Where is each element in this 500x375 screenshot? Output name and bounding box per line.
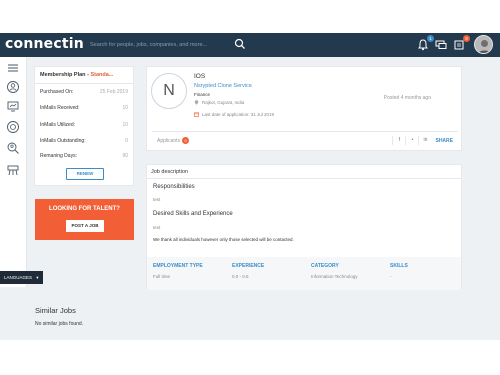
description-heading: Job description [147,165,461,179]
avatar[interactable] [474,35,493,54]
talent-title: LOOKING FOR TALENT? [49,206,120,212]
applicants-label: Applicants [157,138,181,144]
row-label: Purchased On: [40,89,74,95]
search-icon[interactable] [234,38,246,50]
navbar: connectin 1 9 [0,33,500,57]
chevron-down-icon: ▾ [36,275,39,280]
membership-row: Remaning Days: 90 [40,153,130,159]
similar-jobs-empty: No similar jobs found. [35,321,84,327]
languages-label: LANGUAGES [4,275,33,280]
twitter-icon[interactable]: • [405,136,418,145]
posted-time: Posted 4 months ago [383,95,431,101]
linkedin-icon[interactable]: in [418,136,431,145]
page: connectin 1 9 [0,0,500,375]
membership-title: Membership Plan - Standa... [40,72,113,78]
similar-jobs-title: Similar Jobs [35,306,76,315]
membership-card: Membership Plan - Standa... Purchased On… [34,66,134,186]
share-row: f • in SHARE [392,136,453,145]
meta-header: EXPERIENCE [232,263,265,269]
meta-header: SKILLS [390,263,408,269]
company-logo: N [151,73,187,109]
row-label: InMails Received: [40,105,80,111]
membership-row: InMails Outstanding: 0 [40,138,130,144]
row-label: InMails Utilized: [40,122,76,128]
row-value: 0 [125,138,128,144]
meta-value: Full time [153,274,171,279]
talent-card: LOOKING FOR TALENT? POST A JOB [35,199,134,240]
messages-icon[interactable] [434,38,448,51]
search-input[interactable] [90,37,250,52]
company-link[interactable]: Nsrypted Clone Service [194,83,252,89]
location-icon [194,100,199,106]
meta-experience: EXPERIENCE 0.0 - 0.5 [232,263,264,279]
row-label: Remaning Days: [40,153,77,159]
meta-value: Information Technology [311,274,358,279]
meta-header: CATEGORY [311,263,339,269]
job-title: IOS [194,73,206,80]
calendar-icon [194,112,199,118]
meta-employment-type: EMPLOYMENT TYPE Full time [153,263,203,279]
facebook-icon[interactable]: f [392,136,405,145]
row-value: 25 Feb 2019 [99,89,128,95]
meta-category: CATEGORY Information Technology [311,263,357,279]
location-text: Rajkot, Gujarat, India [202,100,245,105]
applicants[interactable]: Applicants 0 [157,137,190,144]
membership-row: Purchased On: 25 Feb 2019 [40,89,130,95]
last-date-text: Last date of application: 31 Jul 2019 [202,112,275,117]
skills-title: Desired Skills and Experience [153,211,233,217]
membership-row: InMails Utilized: 10 [40,122,130,128]
meta-header: EMPLOYMENT TYPE [153,263,203,269]
logo[interactable]: connectin [5,36,84,52]
skills-text: test [153,225,161,230]
jobs-icon[interactable] [6,163,20,177]
job-meta: EMPLOYMENT TYPE Full time EXPERIENCE 0.0 -… [147,257,461,290]
profile-icon[interactable] [6,80,20,94]
network-icon[interactable] [6,99,20,113]
contact-note: We thank all individuals however only th… [153,237,294,242]
meta-value: - [390,274,392,279]
last-date: Last date of application: 31 Jul 2019 [194,112,275,118]
divider [35,83,133,84]
menu-icon[interactable] [6,61,20,75]
responsibilities-text: test [153,197,161,202]
search-people-icon[interactable] [6,141,20,155]
membership-title-prefix: Membership Plan - [40,72,91,78]
renew-button[interactable]: RENEW [66,168,104,180]
job-description-card: Job description Responsibilities test De… [146,164,462,290]
applicants-count: 0 [182,137,190,144]
meta-skills: SKILLS - [390,263,408,279]
notifications-badge: 1 [427,35,434,42]
groups-icon[interactable] [6,120,20,134]
row-label: InMails Outstanding: [40,138,86,144]
notifications-icon[interactable]: 1 [416,35,434,51]
location: Rajkot, Gujarat, India [194,100,245,106]
meta-value: 0.0 - 0.5 [232,274,249,279]
row-value: 10 [122,105,128,111]
membership-row: InMails Received: 10 [40,105,130,111]
share-label[interactable]: SHARE [435,138,453,144]
requests-icon[interactable]: 9 [452,35,470,51]
requests-badge: 9 [463,35,470,42]
row-value: 90 [122,153,128,159]
membership-plan[interactable]: Standa... [90,72,113,78]
languages-button[interactable]: LANGUAGES ▾ [0,271,43,284]
post-job-button[interactable]: POST A JOB [66,220,104,232]
responsibilities-title: Responsibilities [153,184,195,190]
industry: Finance [194,92,211,97]
left-rail [0,57,27,287]
row-value: 10 [122,122,128,128]
divider [152,131,458,132]
footer-area [0,340,500,375]
job-header-card: N IOS Nsrypted Clone Service Finance Raj… [146,66,462,151]
